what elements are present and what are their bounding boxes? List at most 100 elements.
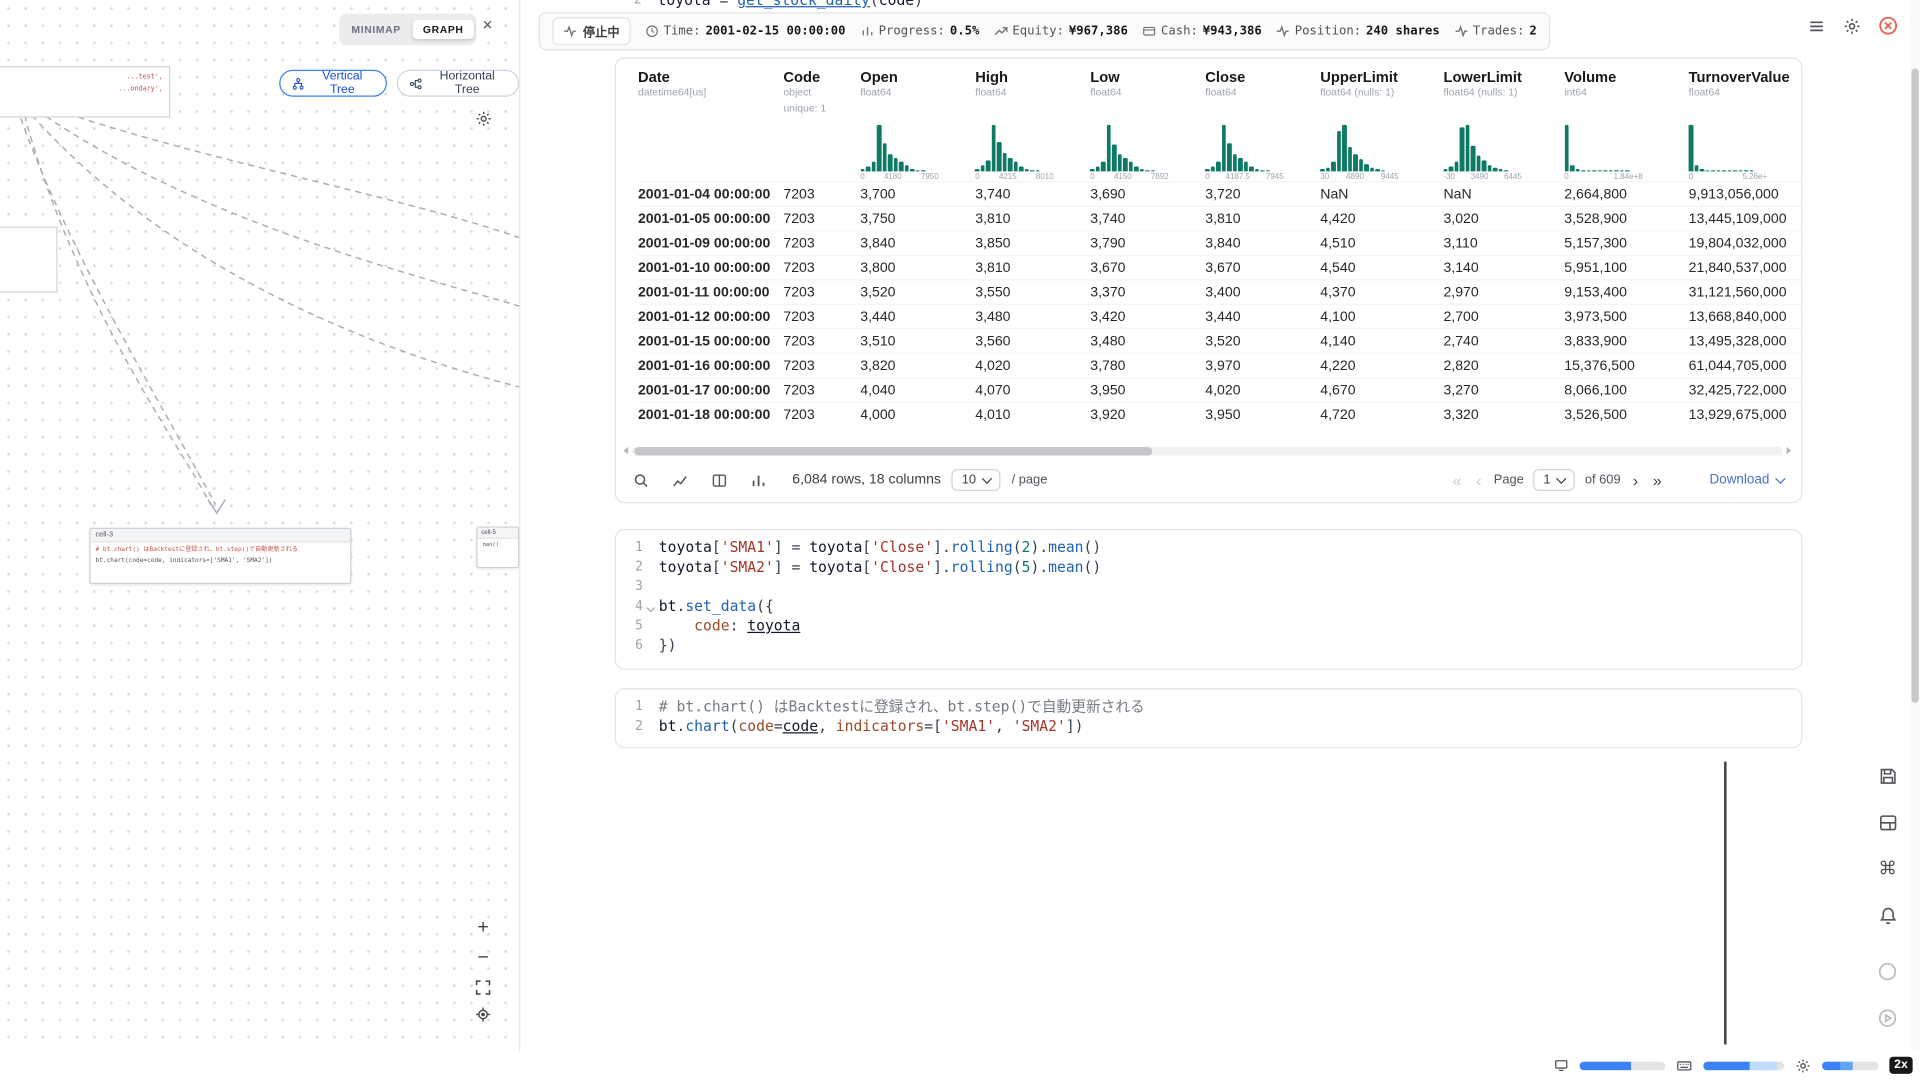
vertical-scrollbar[interactable]	[1910, 0, 1920, 1051]
horizontal-tree-button[interactable]: Horizontal Tree	[397, 70, 519, 97]
column-histogram: 3048909445	[1320, 125, 1398, 181]
column-header[interactable]: Lowfloat64041507892	[1090, 69, 1205, 182]
last-page-button[interactable]: »	[1650, 471, 1664, 489]
device-icon[interactable]	[1554, 1058, 1569, 1073]
vertical-tree-button[interactable]: Vertical Tree	[279, 70, 387, 97]
horizontal-scrollbar[interactable]	[623, 446, 1791, 456]
tab-graph[interactable]: GRAPH	[413, 20, 473, 40]
code-cell-chart[interactable]: 1# bt.chart() はBacktestに登録され、bt.step()で自…	[615, 688, 1803, 748]
column-header[interactable]: LowerLimitfloat64 (nulls: 1)-3034906445	[1443, 69, 1564, 182]
table-cell: 3,020	[1443, 206, 1564, 230]
zoom-in-button[interactable]: +	[477, 918, 488, 938]
code-cell-sma[interactable]: 1toyota['SMA1'] = toyota['Close'].rollin…	[615, 529, 1803, 670]
view-switcher: MINIMAP GRAPH	[339, 13, 476, 45]
run-state-badge[interactable]: 停止中	[552, 17, 630, 45]
table-cell: 2001-01-10 00:00:00	[638, 255, 783, 279]
download-button[interactable]: Download	[1709, 473, 1784, 488]
table-row[interactable]: 2001-01-18 00:00:0072034,0004,0103,9203,…	[638, 402, 1801, 426]
page-size-select[interactable]: 10	[952, 469, 1001, 491]
table-cell: 5,951,100	[1564, 255, 1688, 279]
keyboard-icon[interactable]	[1676, 1057, 1692, 1073]
table-cell: 3,526,500	[1564, 402, 1688, 426]
search-icon[interactable]	[633, 472, 649, 488]
scroll-left-arrow-icon[interactable]	[623, 447, 628, 454]
graph-node-clipped-top[interactable]: ...test', ...ondary',	[0, 66, 170, 117]
table-cell: 4,020	[1205, 378, 1320, 402]
columns-icon[interactable]	[711, 472, 727, 488]
table-cell: 4,540	[1320, 255, 1443, 279]
clipped-code-cell[interactable]: 2toyota = get_stock_daily(code)	[615, 0, 1717, 11]
column-header[interactable]: Openfloat64041807950	[860, 69, 975, 182]
table-cell: 7203	[783, 353, 860, 377]
column-header[interactable]: Volumeint6401.84e+8	[1564, 69, 1688, 182]
graph-settings-gear-icon[interactable]	[475, 110, 492, 127]
vertical-tree-icon	[291, 77, 304, 90]
table-cell: 3,950	[1205, 402, 1320, 426]
next-page-button[interactable]: ›	[1630, 471, 1640, 489]
column-histogram: 05.26e+	[1689, 125, 1767, 181]
shutdown-close-icon[interactable]	[1878, 16, 1898, 36]
code-line: 1toyota['SMA1'] = toyota['Close'].rollin…	[616, 538, 1801, 558]
tab-minimap[interactable]: MINIMAP	[342, 20, 411, 40]
vertical-scroll-thumb[interactable]	[1911, 69, 1918, 703]
table-cell: 4,140	[1320, 329, 1443, 353]
column-header[interactable]: Closefloat6404187.57945	[1205, 69, 1320, 182]
layout-panels-icon[interactable]	[1870, 804, 1906, 840]
close-icon[interactable]: ×	[482, 15, 492, 35]
settings-gear-icon[interactable]	[1843, 17, 1861, 35]
table-cell: 9,913,056,000	[1689, 182, 1802, 206]
status-item: Time: 2001-02-15 00:00:00	[645, 24, 845, 37]
line-chart-icon[interactable]	[672, 472, 688, 488]
table-row[interactable]: 2001-01-05 00:00:0072033,7503,8103,7403,…	[638, 206, 1801, 230]
table-row[interactable]: 2001-01-17 00:00:0072034,0404,0703,9504,…	[638, 378, 1801, 402]
save-icon[interactable]	[1870, 758, 1906, 794]
bar-chart-icon[interactable]	[751, 472, 767, 488]
table-row[interactable]: 2001-01-16 00:00:0072033,8204,0203,7803,…	[638, 353, 1801, 377]
page-select[interactable]: 1	[1534, 469, 1575, 491]
table-row[interactable]: 2001-01-09 00:00:0072033,8403,8503,7903,…	[638, 231, 1801, 255]
zoom-level-badge[interactable]: 2x	[1889, 1057, 1912, 1074]
run-play-icon[interactable]	[1870, 1000, 1906, 1036]
table-cell: 13,445,109,000	[1689, 206, 1802, 230]
table-row[interactable]: 2001-01-11 00:00:0072033,5203,5503,3703,…	[638, 280, 1801, 304]
table-cell: 3,440	[1205, 304, 1320, 328]
table-footer: 6,084 rows, 18 columns 10 / page « ‹ Pag…	[616, 458, 1801, 502]
scroll-right-arrow-icon[interactable]	[1787, 447, 1792, 454]
table-cell: 4,010	[975, 402, 1090, 426]
prev-page-button[interactable]: ‹	[1474, 471, 1484, 489]
table-cell: 2001-01-09 00:00:00	[638, 231, 783, 255]
fit-view-button[interactable]	[475, 980, 491, 996]
table-row[interactable]: 2001-01-04 00:00:0072033,7003,7403,6903,…	[638, 182, 1801, 206]
settings-gear-icon[interactable]	[1795, 1057, 1811, 1073]
graph-node-clipped-left[interactable]	[0, 227, 58, 293]
graph-node-cell-5[interactable]: cell-5 nan()	[476, 527, 519, 569]
graph-node-title: cell-5	[478, 528, 518, 539]
table-cell: 3,833,900	[1564, 329, 1688, 353]
column-header[interactable]: Datedatetime64[us]	[638, 69, 783, 182]
column-header[interactable]: Codeobjectunique: 1	[783, 69, 860, 182]
per-page-label: / page	[1012, 473, 1048, 488]
status-items: 停止中Time: 2001-02-15 00:00:00Progress: 0.…	[552, 17, 1536, 45]
graph-node-cell-3[interactable]: cell-3 # bt.chart() はBacktestに登録され、bt.st…	[89, 528, 351, 584]
table-row[interactable]: 2001-01-10 00:00:0072033,8003,8103,6703,…	[638, 255, 1801, 279]
column-header[interactable]: TurnoverValuefloat6405.26e+	[1689, 69, 1802, 182]
table-row[interactable]: 2001-01-12 00:00:0072033,4403,4803,4203,…	[638, 304, 1801, 328]
notifications-bell-icon[interactable]	[1870, 898, 1906, 934]
table-row[interactable]: 2001-01-15 00:00:0072033,5103,5603,4803,…	[638, 329, 1801, 353]
code-line: 6})	[616, 636, 1801, 656]
zoom-out-button[interactable]: −	[477, 949, 488, 969]
first-page-button[interactable]: «	[1450, 471, 1464, 489]
column-header[interactable]: Highfloat64042158010	[975, 69, 1090, 182]
stop-circle-icon[interactable]	[1870, 954, 1906, 990]
locate-button[interactable]	[475, 1007, 491, 1023]
keyboard-shortcuts-icon[interactable]: ⌘	[1870, 851, 1906, 887]
column-header[interactable]: UpperLimitfloat64 (nulls: 1)3048909445	[1320, 69, 1443, 182]
column-histogram: 041807950	[860, 125, 938, 181]
menu-icon[interactable]	[1807, 17, 1825, 35]
page-label: Page	[1494, 473, 1524, 488]
table-cell: 3,950	[1090, 378, 1205, 402]
table-cell: 2001-01-12 00:00:00	[638, 304, 783, 328]
horizontal-scroll-thumb[interactable]	[634, 446, 1152, 455]
table-cell: 4,670	[1320, 378, 1443, 402]
table-cell: 3,320	[1443, 402, 1564, 426]
